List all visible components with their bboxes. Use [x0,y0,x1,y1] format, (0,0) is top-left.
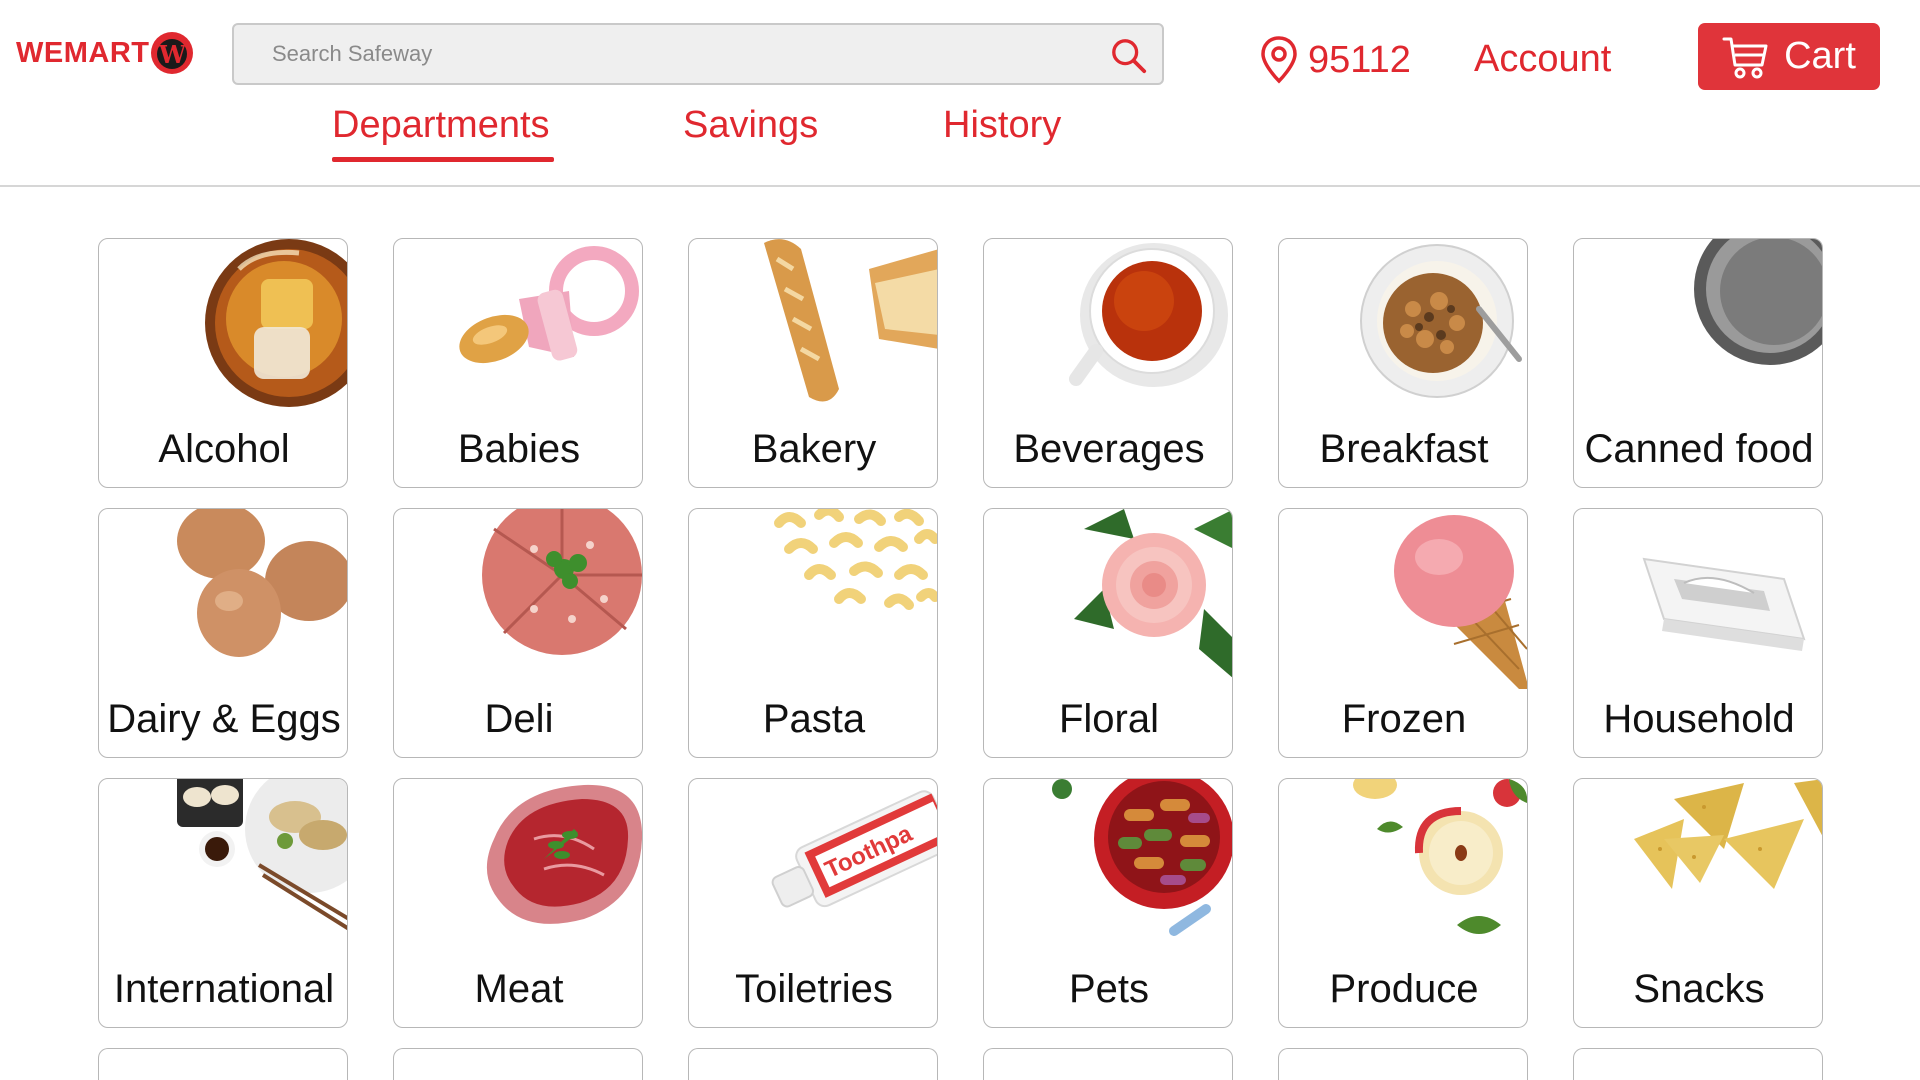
search-bar [232,23,1164,85]
department-label: Dairy & Eggs [107,697,341,741]
cereal-bowl-icon [1360,244,1522,398]
tab-savings[interactable]: Savings [683,104,818,147]
department-card-partial[interactable] [1573,1048,1823,1080]
location-pin-icon [1261,36,1297,84]
salami-icon [482,509,642,655]
department-card-produce[interactable]: Produce [1278,778,1528,1028]
department-card-pets[interactable]: Pets [983,778,1233,1028]
cart-button[interactable]: Cart [1698,23,1880,90]
department-card-meat[interactable]: Meat [393,778,643,1028]
department-card-frozen[interactable]: Frozen [1278,508,1528,758]
cart-label: Cart [1784,35,1856,77]
baguette-icon [764,239,937,402]
wemart-logo[interactable]: WEMART W [16,32,194,74]
department-label: Meat [474,967,564,1011]
department-label: Frozen [1341,697,1467,741]
department-card-partial[interactable] [393,1048,643,1080]
department-card-snacks[interactable]: Snacks [1573,778,1823,1028]
location-selector[interactable]: 95112 [1258,34,1411,86]
department-card-floral[interactable]: Floral [983,508,1233,758]
department-label: Toiletries [735,967,893,1011]
department-card-babies[interactable]: Babies [393,238,643,488]
department-label: Babies [457,427,581,471]
tab-history[interactable]: History [943,104,1061,147]
department-label: Floral [1058,697,1160,741]
tortilla-chips-icon [1634,779,1822,889]
department-card-partial[interactable] [98,1048,348,1080]
department-card-deli[interactable]: Deli [393,508,643,758]
department-label: Pasta [762,697,866,741]
department-label: Snacks [1633,967,1765,1011]
department-card-toiletries[interactable]: Toothpa Toiletries [688,778,938,1028]
search-icon[interactable] [1110,37,1148,75]
department-label: Produce [1329,967,1479,1011]
department-card-household[interactable]: Household [1573,508,1823,758]
department-label: Canned food [1584,427,1814,471]
department-label: Alcohol [158,427,290,471]
apple-icon [1353,779,1527,934]
tissue-box-icon [1642,557,1806,651]
eggs-icon [177,509,347,657]
department-card-international[interactable]: International [98,778,348,1028]
pacifier-icon [459,246,639,364]
department-label: Deli [484,697,554,741]
department-card-alcohol[interactable]: Alcohol [98,238,348,488]
department-card-partial[interactable] [983,1048,1233,1080]
tab-departments[interactable]: Departments [332,104,554,162]
department-label: Beverages [1013,427,1205,471]
department-label: International [113,967,335,1011]
department-label: Household [1603,697,1795,741]
logo-badge-icon: W [151,32,194,74]
tea-cup-icon [1069,243,1228,387]
steak-icon [486,784,642,924]
dog-bowl-icon [1052,779,1232,936]
top-header: WEMART W 95112 Account Cart Departments … [0,0,1920,187]
department-label: Pets [1068,967,1150,1011]
macaroni-icon [774,509,937,610]
dumplings-icon [177,779,347,931]
department-card-partial[interactable] [1278,1048,1528,1080]
department-card-beverages[interactable]: Beverages [983,238,1233,488]
search-input[interactable] [234,25,1094,83]
zip-code: 95112 [1308,38,1411,81]
department-label: Bakery [751,427,877,471]
department-card-breakfast[interactable]: Breakfast [1278,238,1528,488]
account-link[interactable]: Account [1474,38,1611,81]
department-card-bakery[interactable]: Bakery [688,238,938,488]
logo-text: WEMART [16,36,150,69]
tin-can-icon [1694,239,1822,365]
toothpaste-icon: Toothpa [771,790,937,908]
rose-icon [1074,509,1232,678]
department-card-dairy-eggs[interactable]: Dairy & Eggs [98,508,348,758]
ice-cream-cone-icon [1394,515,1527,689]
cart-icon [1722,37,1768,78]
department-label: Breakfast [1319,427,1489,471]
whiskey-glass-icon [205,239,347,407]
department-card-canned-food[interactable]: Canned food [1573,238,1823,488]
department-card-partial[interactable] [688,1048,938,1080]
department-card-pasta[interactable]: Pasta [688,508,938,758]
